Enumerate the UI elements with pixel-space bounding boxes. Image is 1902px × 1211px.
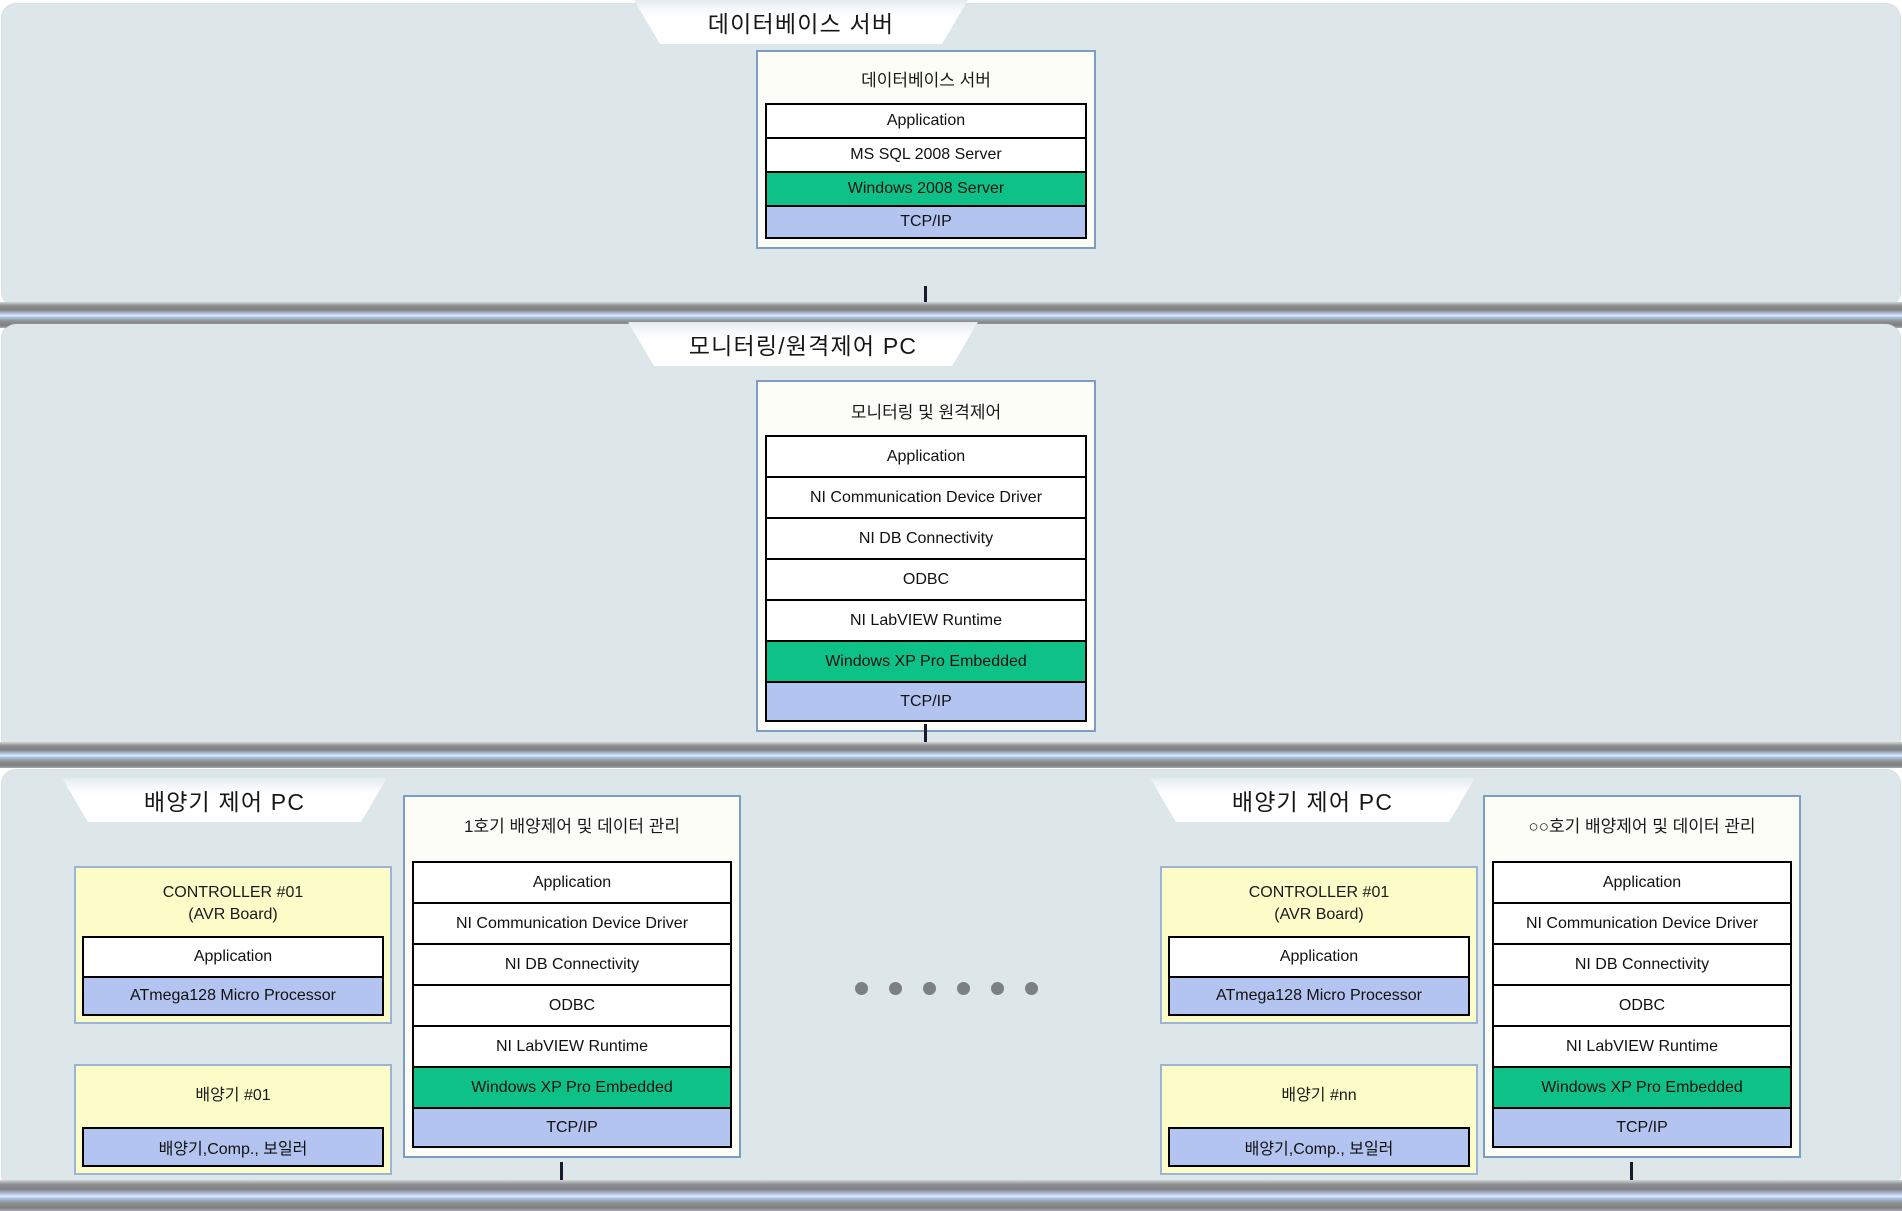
ellipsis-dots [855, 982, 1038, 995]
controller-board-left: CONTROLLER #01 (AVR Board) Application A… [74, 866, 392, 1025]
layer-row: NI LabVIEW Runtime [412, 1025, 732, 1066]
banner-monitoring-pc: 모니터링/원격제어 PC [628, 322, 978, 366]
controller-board-left-subtitle: (AVR Board) [188, 905, 278, 923]
layer-row: Application [1492, 861, 1792, 902]
card-monitoring-pc: 모니터링 및 원격제어 Application NI Communication… [756, 380, 1096, 732]
layer-row: TCP/IP [765, 681, 1087, 722]
monitoring-pc-layer-stack: Application NI Communication Device Driv… [765, 435, 1087, 722]
banner-database-server: 데이터베이스 서버 [634, 0, 968, 44]
controller-board-right-subtitle: (AVR Board) [1274, 905, 1364, 923]
controller-board-right: CONTROLLER #01 (AVR Board) Application A… [1160, 866, 1478, 1025]
layer-row: Windows XP Pro Embedded [765, 640, 1087, 681]
layer-row: NI DB Connectivity [1492, 943, 1792, 984]
cultivator-device-left-rows: 배양기,Comp., 보일러 [82, 1126, 384, 1167]
device-row: 배양기,Comp., 보일러 [1168, 1126, 1470, 1167]
banner-controller-pc-left: 배양기 제어 PC [62, 778, 387, 822]
database-server-layer-stack: Application MS SQL 2008 Server Windows 2… [765, 103, 1087, 239]
device-row: Application [82, 936, 384, 977]
ellipsis-dot [855, 982, 868, 995]
banner-controller-pc-left-label: 배양기 제어 PC [143, 789, 306, 815]
cultivator-device-right-rows: 배양기,Comp., 보일러 [1168, 1126, 1470, 1167]
cultivation-control-left-layer-stack: Application NI Communication Device Driv… [412, 861, 732, 1148]
network-bus-bottom [0, 1180, 1902, 1211]
device-row: Application [1168, 936, 1470, 977]
ellipsis-dot [957, 982, 970, 995]
layer-row: Application [765, 435, 1087, 476]
layer-row: NI DB Connectivity [412, 943, 732, 984]
banner-controller-pc-right: 배양기 제어 PC [1150, 778, 1475, 822]
layer-row: TCP/IP [765, 205, 1087, 239]
cultivator-device-left-title: 배양기 #01 [195, 1087, 271, 1104]
layer-row: MS SQL 2008 Server [765, 137, 1087, 171]
cultivator-device-left: 배양기 #01 배양기,Comp., 보일러 [74, 1064, 392, 1175]
card-cultivation-control-left-title: 1호기 배양제어 및 데이터 관리 [463, 817, 681, 836]
card-cultivation-control-right-title: ○○호기 배양제어 및 데이터 관리 [1528, 817, 1756, 836]
controller-board-left-title: CONTROLLER #01 (AVR Board) [82, 874, 384, 936]
card-cultivation-control-left: 1호기 배양제어 및 데이터 관리 Application NI Communi… [403, 795, 741, 1158]
controller-board-left-rows: Application ATmega128 Micro Processor [82, 936, 384, 1017]
cultivator-device-right: 배양기 #nn 배양기,Comp., 보일러 [1160, 1064, 1478, 1175]
layer-row: Windows XP Pro Embedded [412, 1066, 732, 1107]
card-monitoring-pc-title: 모니터링 및 원격제어 [850, 403, 1002, 422]
cultivator-device-right-title: 배양기 #nn [1281, 1087, 1357, 1104]
device-row: ATmega128 Micro Processor [1168, 976, 1470, 1017]
layer-row: Windows XP Pro Embedded [1492, 1066, 1792, 1107]
layer-row: TCP/IP [412, 1107, 732, 1148]
card-cultivation-control-right: ○○호기 배양제어 및 데이터 관리 Application NI Commun… [1483, 795, 1801, 1158]
controller-board-right-title: CONTROLLER #01 (AVR Board) [1168, 874, 1470, 936]
device-row: ATmega128 Micro Processor [82, 976, 384, 1017]
layer-row: NI Communication Device Driver [1492, 902, 1792, 943]
banner-controller-pc-right-label: 배양기 제어 PC [1231, 789, 1394, 815]
layer-row: Application [765, 103, 1087, 137]
layer-row: NI LabVIEW Runtime [1492, 1025, 1792, 1066]
banner-monitoring-pc-label: 모니터링/원격제어 PC [688, 333, 918, 359]
layer-row: NI Communication Device Driver [412, 902, 732, 943]
network-bus-middle [0, 742, 1902, 768]
layer-row: Windows 2008 Server [765, 171, 1087, 205]
controller-board-right-name: CONTROLLER #01 [1248, 884, 1390, 901]
layer-row: NI LabVIEW Runtime [765, 599, 1087, 640]
layer-row: ODBC [1492, 984, 1792, 1025]
card-database-server-title: 데이터베이스 서버 [861, 71, 991, 90]
layer-row: NI Communication Device Driver [765, 476, 1087, 517]
cultivation-control-right-layer-stack: Application NI Communication Device Driv… [1492, 861, 1792, 1148]
ellipsis-dot [1025, 982, 1038, 995]
ellipsis-dot [923, 982, 936, 995]
ellipsis-dot [889, 982, 902, 995]
layer-row: TCP/IP [1492, 1107, 1792, 1148]
layer-row: ODBC [412, 984, 732, 1025]
architecture-diagram: 데이터베이스 서버 데이터베이스 서버 Application MS SQL 2… [0, 0, 1902, 1211]
layer-row: ODBC [765, 558, 1087, 599]
ellipsis-dot [991, 982, 1004, 995]
controller-board-right-rows: Application ATmega128 Micro Processor [1168, 936, 1470, 1017]
banner-database-server-label: 데이터베이스 서버 [707, 11, 895, 37]
layer-row: NI DB Connectivity [765, 517, 1087, 558]
device-row: 배양기,Comp., 보일러 [82, 1126, 384, 1167]
controller-board-left-name: CONTROLLER #01 [162, 884, 304, 901]
layer-row: Application [412, 861, 732, 902]
card-database-server: 데이터베이스 서버 Application MS SQL 2008 Server… [756, 50, 1096, 249]
